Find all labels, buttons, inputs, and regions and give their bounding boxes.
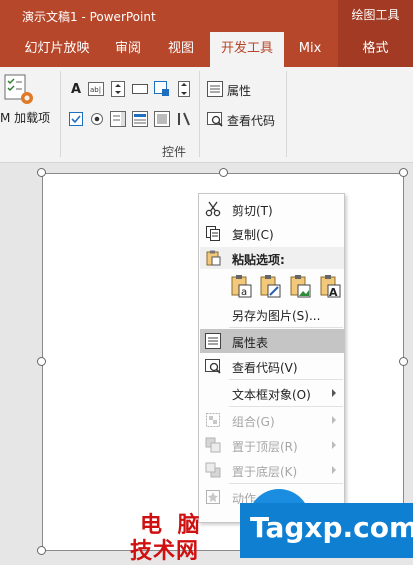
option-button-icon[interactable] <box>89 111 105 127</box>
resize-handle-bl[interactable] <box>37 546 46 555</box>
menu-label-send-to-back: 置于底层(K) <box>232 465 298 479</box>
watermark-brand: 电 脑 技术网 <box>130 505 238 564</box>
menu-separator <box>229 327 343 328</box>
scissors-icon <box>205 201 221 217</box>
more-controls-icon[interactable] <box>176 111 192 127</box>
title-bar: 演示文稿1 - PowerPoint 绘图工具 <box>0 0 413 32</box>
checkbox-control-icon[interactable] <box>68 111 84 127</box>
menu-item-send-to-back[interactable]: 置于底层(K) <box>200 458 344 482</box>
menu-item-copy[interactable]: 复制(C) <box>200 221 344 245</box>
command-button-icon[interactable] <box>132 81 148 97</box>
clipboard-icon <box>205 250 221 269</box>
toggle-button-icon[interactable] <box>154 111 170 127</box>
copy-icon <box>205 225 221 241</box>
menu-label-view-code: 查看代码(V) <box>232 361 298 375</box>
paste-options-header: 粘贴选项: <box>200 247 344 269</box>
menu-separator <box>229 406 343 407</box>
tab-slideshow[interactable]: 幻灯片放映 <box>14 32 100 67</box>
addins-icon[interactable] <box>2 73 36 105</box>
menu-label-property-sheet: 属性表 <box>232 336 269 350</box>
view-code-menu-icon <box>205 358 221 374</box>
svg-text:ab|: ab| <box>90 86 101 94</box>
resize-handle-tm[interactable] <box>219 168 228 177</box>
menu-item-group[interactable]: 组合(G) <box>200 408 344 432</box>
paste-keep-text-only-icon[interactable]: A <box>319 274 341 299</box>
resize-handle-mr[interactable] <box>399 357 408 366</box>
combobox-control-icon[interactable] <box>110 111 126 127</box>
menu-label-copy: 复制(C) <box>232 228 274 242</box>
send-to-back-icon <box>205 462 221 478</box>
submenu-arrow-icon <box>332 389 336 397</box>
ribbon-divider-2 <box>199 71 200 157</box>
bring-to-front-icon <box>205 437 221 453</box>
watermark-site-text: Tagxp.com <box>250 511 413 544</box>
paste-options-label: 粘贴选项: <box>232 253 285 267</box>
label-control-icon[interactable]: A <box>68 81 84 97</box>
textbox-control-icon[interactable]: ab| <box>88 81 104 97</box>
menu-label-cut: 剪切(T) <box>232 204 273 218</box>
group-icon <box>205 412 221 428</box>
resize-handle-tl[interactable] <box>37 168 46 177</box>
controls-group-label: 控件 <box>162 145 187 159</box>
scrollbar-control-icon[interactable] <box>176 81 192 97</box>
tab-mix[interactable]: Mix <box>290 32 330 67</box>
menu-item-textbox-object[interactable]: 文本框对象(O) <box>200 381 344 405</box>
context-group-label: 绘图工具 <box>338 0 413 32</box>
watermark-line2: 技术网 <box>130 539 200 564</box>
addins-label[interactable]: M 加载项 <box>0 109 50 126</box>
properties-button[interactable]: 属性 <box>227 82 251 99</box>
ribbon: M 加载项 A ab| 属性 查看代码 控件 <box>0 67 413 163</box>
menu-label-group: 组合(G) <box>232 415 275 429</box>
menu-item-bring-to-front[interactable]: 置于顶层(R) <box>200 433 344 457</box>
listbox-control-icon[interactable] <box>132 111 148 127</box>
svg-text:a: a <box>241 287 247 298</box>
menu-item-property-sheet[interactable]: 属性表 <box>200 329 344 353</box>
menu-label-save-as-picture: 另存为图片(S)... <box>232 309 321 323</box>
submenu-arrow-icon <box>332 416 336 424</box>
view-code-button[interactable]: 查看代码 <box>227 112 275 129</box>
resize-handle-tr[interactable] <box>399 168 408 177</box>
menu-separator <box>229 483 343 484</box>
image-control-icon[interactable] <box>154 81 170 97</box>
paste-use-destination-theme-icon[interactable]: a <box>230 274 252 298</box>
ribbon-divider <box>60 71 61 157</box>
view-code-icon[interactable] <box>207 111 223 127</box>
tab-format[interactable]: 格式 <box>338 32 413 67</box>
action-icon <box>205 489 221 505</box>
window-title: 演示文稿1 - PowerPoint <box>22 10 156 24</box>
submenu-arrow-icon <box>332 441 336 449</box>
svg-text:A: A <box>329 286 338 298</box>
properties-icon[interactable] <box>207 81 223 97</box>
menu-label-textbox-object: 文本框对象(O) <box>232 388 311 402</box>
menu-item-cut[interactable]: 剪切(T) <box>200 197 344 221</box>
ribbon-divider-3 <box>286 71 287 157</box>
menu-label-bring-to-front: 置于顶层(R) <box>232 440 298 454</box>
tab-review[interactable]: 审阅 <box>106 32 150 67</box>
menu-item-view-code[interactable]: 查看代码(V) <box>200 354 344 378</box>
resize-handle-ml[interactable] <box>37 357 46 366</box>
submenu-arrow-icon <box>332 466 336 474</box>
menu-item-save-as-picture[interactable]: 另存为图片(S)... <box>200 302 344 326</box>
context-menu: 剪切(T) 复制(C) 粘贴选项: a A 另存为图片(S)... 属性表 查看… <box>198 193 345 523</box>
spin-button-icon[interactable] <box>110 81 126 97</box>
paste-keep-source-formatting-icon[interactable] <box>259 274 281 298</box>
tab-view[interactable]: 视图 <box>158 32 204 67</box>
watermark-site-banner: Tagxp.com <box>240 503 413 558</box>
ribbon-tabs: 幻灯片放映 审阅 视图 开发工具 Mix 格式 <box>0 32 413 67</box>
property-sheet-icon <box>205 333 221 349</box>
paste-picture-icon[interactable] <box>289 274 311 298</box>
tab-developer[interactable]: 开发工具 <box>210 32 284 67</box>
menu-separator <box>229 379 343 380</box>
